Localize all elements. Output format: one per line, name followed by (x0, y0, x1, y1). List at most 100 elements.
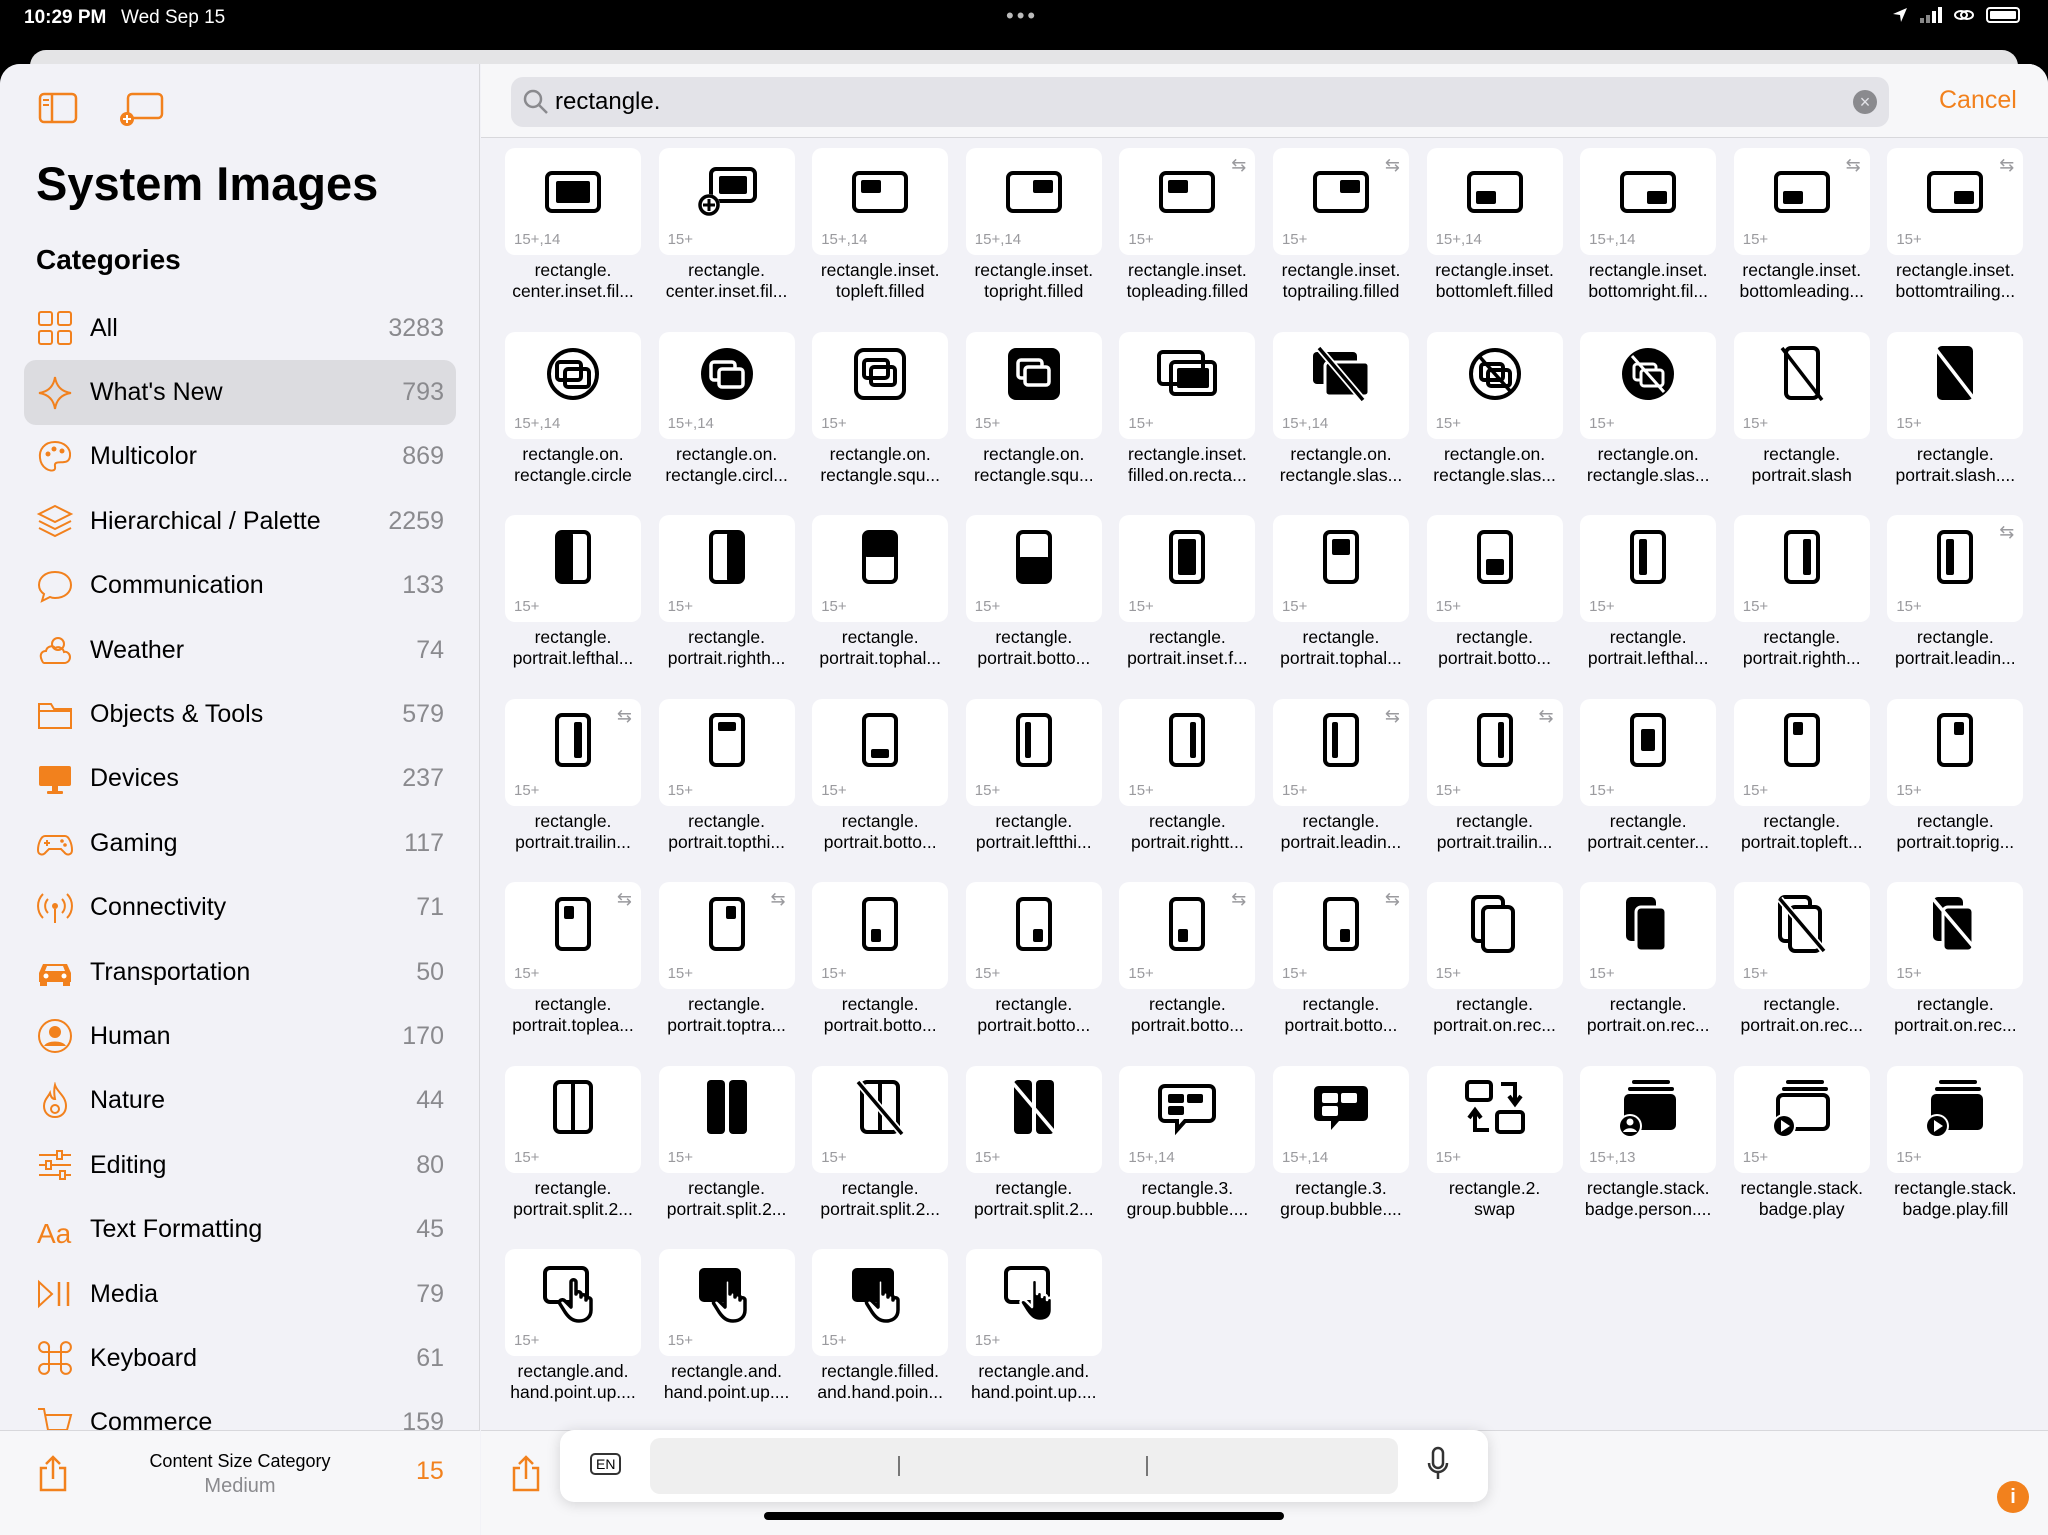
symbol-tile[interactable]: 15+,14 (505, 148, 641, 255)
sidebar-item-weather[interactable]: Weather 74 (24, 618, 456, 682)
symbol-tile[interactable]: 15+ (965, 515, 1102, 622)
symbol-tile[interactable]: 15+ (658, 148, 795, 255)
symbol-tile[interactable]: 15+ (965, 698, 1102, 806)
symbol-cell[interactable]: 15+ rectangle. portrait.righth... (658, 515, 795, 699)
symbol-tile[interactable]: 15+ (1119, 515, 1256, 622)
symbol-tile[interactable]: 15+ (1580, 882, 1717, 989)
symbol-tile[interactable]: 15+ (812, 331, 949, 439)
symbol-cell[interactable]: 15+,14 rectangle.3. group.bubble.... (1119, 1065, 1256, 1250)
symbol-tile[interactable]: 15+ (1119, 698, 1256, 806)
symbol-cell[interactable]: 15+ rectangle. portrait.rightt... (1119, 698, 1256, 883)
symbol-tile[interactable]: 15+ ⇆ (1272, 148, 1409, 255)
sidebar-item-text-formatting[interactable]: Aa Text Formatting 45 (24, 1197, 456, 1261)
info-button[interactable]: i (1997, 1481, 2029, 1513)
sidebar-item-human[interactable]: Human 170 (24, 1004, 456, 1068)
symbol-tile[interactable]: 15+,14 (965, 148, 1102, 255)
symbol-cell[interactable]: 15+ rectangle. portrait.split.2... (658, 1065, 795, 1250)
symbol-tile[interactable]: 15+ (658, 515, 795, 622)
symbol-cell[interactable]: 15+ ⇆ rectangle.inset. bottomleading... (1733, 148, 1870, 332)
symbol-tile[interactable]: 15+ (1733, 882, 1870, 989)
symbol-cell[interactable]: 15+ rectangle.on. rectangle.squ... (965, 331, 1102, 516)
symbol-tile[interactable]: 15+,14 (812, 148, 949, 255)
symbol-cell[interactable]: 15+ rectangle.and. hand.point.up.... (965, 1249, 1102, 1433)
language-key[interactable]: EN (590, 1453, 622, 1475)
home-indicator[interactable] (764, 1512, 1284, 1520)
sidebar-item-editing[interactable]: Editing 80 (24, 1133, 456, 1197)
symbol-tile[interactable]: 15+ (1580, 698, 1717, 806)
symbol-tile[interactable]: 15+ (965, 331, 1102, 439)
symbol-cell[interactable]: 15+ rectangle. portrait.topleft... (1733, 698, 1870, 883)
symbol-cell[interactable]: 15+ rectangle.2. swap (1426, 1065, 1563, 1250)
multitasking-dots[interactable]: ••• (1006, 3, 1038, 29)
symbol-cell[interactable]: 15+ rectangle. portrait.lefthal... (505, 515, 641, 699)
symbol-tile[interactable]: 15+ (812, 1249, 949, 1356)
symbol-cell[interactable]: 15+,14 rectangle.3. group.bubble.... (1272, 1065, 1409, 1250)
symbol-cell[interactable]: 15+ rectangle. portrait.on.rec... (1887, 882, 2024, 1066)
symbol-cell[interactable]: 15+,14 rectangle.inset. bottomleft.fille… (1426, 148, 1563, 332)
symbol-cell[interactable]: 15+ rectangle.filled. and.hand.poin... (812, 1249, 949, 1433)
symbol-cell[interactable]: 15+ rectangle. portrait.botto... (965, 882, 1102, 1066)
symbol-tile[interactable]: 15+ (1426, 1065, 1563, 1173)
symbol-tile[interactable]: 15+ (1272, 515, 1409, 622)
symbol-tile[interactable]: 15+ (965, 1065, 1102, 1173)
sidebar-item-communication[interactable]: Communication 133 (24, 554, 456, 618)
symbol-tile[interactable]: 15+ ⇆ (1272, 882, 1409, 989)
symbol-cell[interactable]: 15+,14 rectangle.inset. topright.filled (965, 148, 1102, 332)
symbol-cell[interactable]: 15+,14 rectangle.on. rectangle.circle (505, 331, 641, 516)
symbol-cell[interactable]: 15+ rectangle.stack. badge.play (1733, 1065, 1870, 1250)
symbol-tile[interactable]: 15+ (1733, 698, 1870, 806)
symbol-cell[interactable]: 15+ ⇆ rectangle. portrait.leadin... (1272, 698, 1409, 883)
symbol-cell[interactable]: 15+ rectangle. portrait.split.2... (812, 1065, 949, 1250)
symbol-cell[interactable]: 15+ rectangle. portrait.slash.... (1887, 331, 2024, 516)
symbol-tile[interactable]: 15+ (658, 1249, 795, 1356)
symbol-tile[interactable]: 15+ (1119, 331, 1256, 439)
suggestion-area[interactable] (650, 1438, 1398, 1494)
new-window-icon[interactable] (118, 92, 166, 128)
symbol-tile[interactable]: 15+,14 (1119, 1065, 1256, 1173)
symbol-tile[interactable]: 15+ (1733, 515, 1870, 622)
symbol-cell[interactable]: 15+,14 rectangle.inset. topleft.filled (812, 148, 949, 332)
symbol-tile[interactable]: 15+,14 (1426, 148, 1563, 255)
content-size-number[interactable]: 15 (416, 1457, 444, 1486)
symbol-cell[interactable]: 15+ rectangle. portrait.on.rec... (1733, 882, 1870, 1066)
sidebar-item-nature[interactable]: Nature 44 (24, 1069, 456, 1133)
symbol-tile[interactable]: 15+ (505, 1065, 641, 1173)
sidebar-item-transportation[interactable]: Transportation 50 (24, 940, 456, 1004)
symbol-tile[interactable]: 15+ (1887, 1065, 2024, 1173)
symbol-cell[interactable]: 15+ ⇆ rectangle.inset. bottomtrailing... (1887, 148, 2024, 332)
symbol-tile[interactable]: 15+,14 (505, 331, 641, 439)
share-icon[interactable] (38, 1455, 68, 1493)
symbol-tile[interactable]: 15+ (1887, 882, 2024, 989)
symbol-tile[interactable]: 15+ (812, 1065, 949, 1173)
symbol-cell[interactable]: 15+,14 rectangle.inset. bottomright.fil.… (1580, 148, 1717, 332)
symbol-tile[interactable]: 15+ (505, 1249, 641, 1356)
sidebar-item-gaming[interactable]: Gaming 117 (24, 811, 456, 875)
symbol-cell[interactable]: 15+ rectangle. portrait.toprig... (1887, 698, 2024, 883)
symbol-cell[interactable]: 15+ ⇆ rectangle.inset. toptrailing.filled (1272, 148, 1409, 332)
symbol-tile[interactable]: 15+ ⇆ (505, 698, 641, 806)
symbol-cell[interactable]: 15+ rectangle. portrait.on.rec... (1426, 882, 1563, 1066)
symbol-cell[interactable]: 15+ rectangle. portrait.inset.f... (1119, 515, 1256, 699)
symbol-cell[interactable]: 15+ rectangle.on. rectangle.slas... (1426, 331, 1563, 516)
sidebar-item-objects-tools[interactable]: Objects & Tools 579 (24, 682, 456, 746)
symbol-cell[interactable]: 15+ rectangle.on. rectangle.slas... (1580, 331, 1717, 516)
symbol-cell[interactable]: 15+ rectangle. portrait.botto... (965, 515, 1102, 699)
symbol-cell[interactable]: 15+ rectangle. portrait.botto... (812, 698, 949, 883)
symbol-tile[interactable]: 15+ (1426, 882, 1563, 989)
symbol-cell[interactable]: 15+ ⇆ rectangle. portrait.toptra... (658, 882, 795, 1066)
sidebar-item-what-s-new[interactable]: What's New 793 (24, 360, 456, 425)
search-input[interactable] (555, 85, 1835, 119)
symbol-tile[interactable]: 15+ ⇆ (658, 882, 795, 989)
symbol-cell[interactable]: 15+ rectangle.and. hand.point.up.... (658, 1249, 795, 1433)
symbol-cell[interactable]: 15+ rectangle. portrait.tophal... (1272, 515, 1409, 699)
symbol-cell[interactable]: 15+ rectangle.and. hand.point.up.... (505, 1249, 641, 1433)
symbol-tile[interactable]: 15+ (1580, 331, 1717, 439)
symbol-tile[interactable]: 15+ (658, 1065, 795, 1173)
symbol-cell[interactable]: 15+ ⇆ rectangle. portrait.trailin... (1426, 698, 1563, 883)
symbol-cell[interactable]: 15+ ⇆ rectangle. portrait.botto... (1272, 882, 1409, 1066)
symbol-tile[interactable]: 15+ (505, 515, 641, 622)
symbol-tile[interactable]: 15+ (812, 882, 949, 989)
symbol-cell[interactable]: 15+ ⇆ rectangle. portrait.leadin... (1887, 515, 2024, 699)
symbol-tile[interactable]: 15+ ⇆ (1887, 148, 2024, 255)
symbol-tile[interactable]: 15+ (965, 882, 1102, 989)
